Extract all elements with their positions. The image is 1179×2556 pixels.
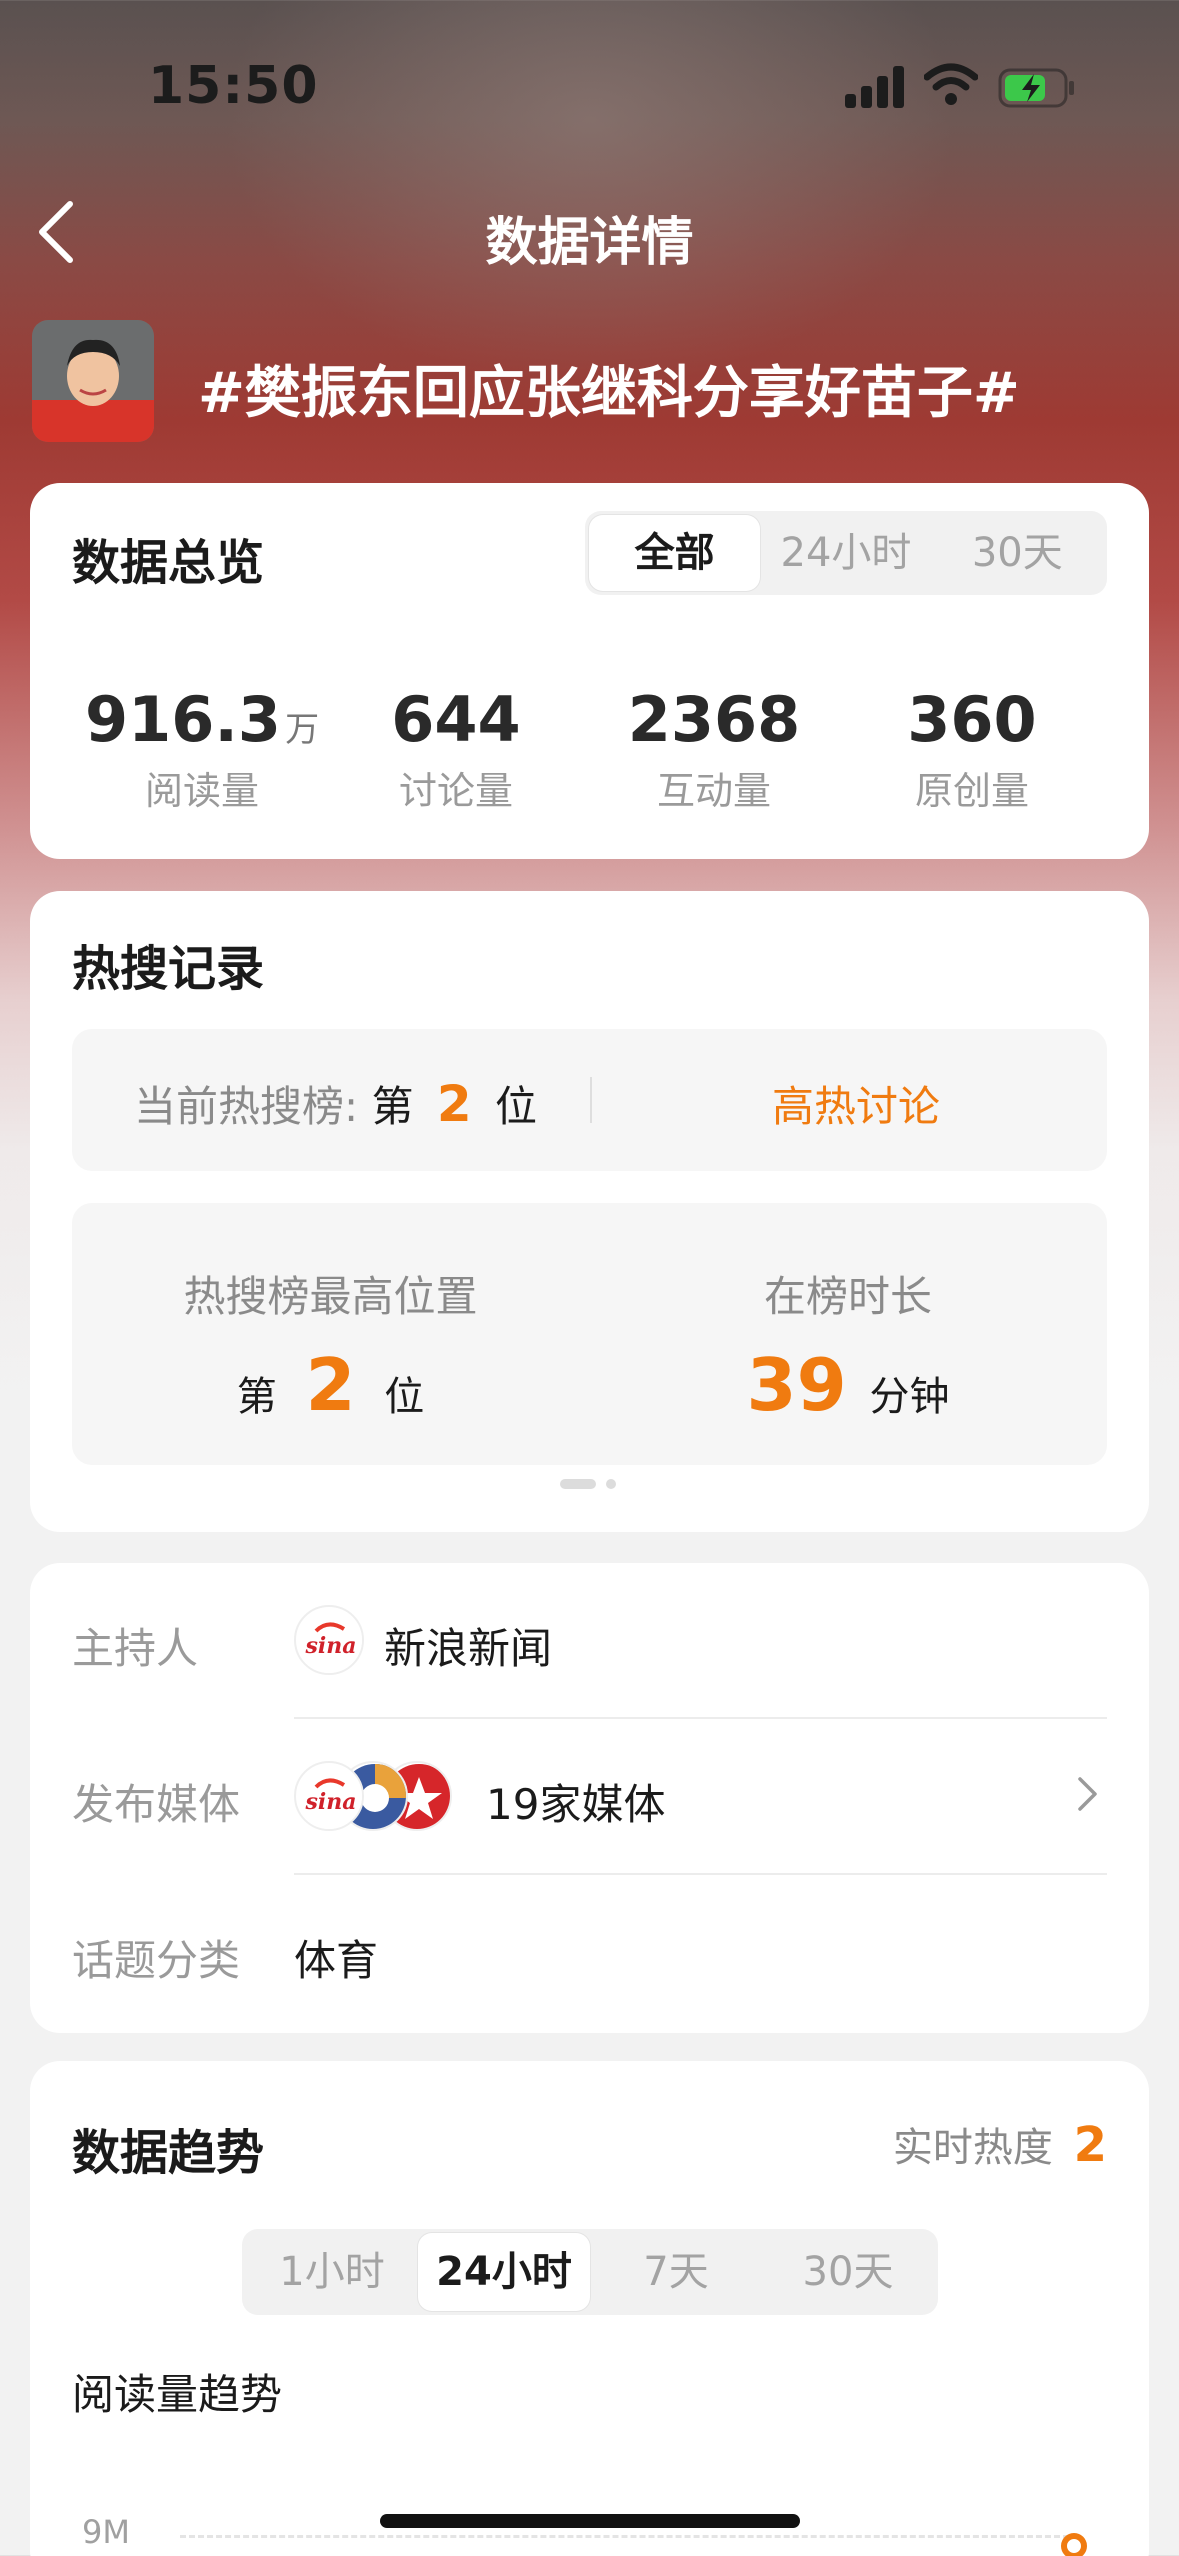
category-value: 体育 — [294, 1936, 379, 1985]
tab-all[interactable]: 全部 — [589, 515, 761, 591]
wifi-icon — [923, 62, 979, 108]
duration-unit: 分钟 — [869, 1374, 950, 1420]
svg-text:sina: sina — [305, 1789, 357, 1815]
gridline — [180, 2535, 1069, 2538]
realtime-heat: 实时热度 2 — [893, 2115, 1107, 2173]
current-rank-value: 2 — [436, 1075, 472, 1133]
rank-summary-box: 热搜榜最高位置 第 2 位 在榜时长 39 分钟 — [72, 1203, 1107, 1465]
host-value[interactable]: 新浪新闻 — [384, 1615, 552, 1676]
media-value: 19家媒体 — [486, 1780, 666, 1829]
host-key: 主持人 — [72, 1624, 199, 1673]
hot-discussion-tag[interactable]: 高热讨论 — [772, 1073, 940, 1134]
trend-heading: 数据趋势 — [72, 2125, 265, 2181]
highest-rank-value: 2 — [305, 1343, 356, 1427]
page-indicator-active — [560, 1479, 596, 1489]
highest-rank-suffix: 位 — [384, 1374, 425, 1420]
y-axis-tick: 9M — [82, 2513, 130, 2551]
highest-rank-prefix: 第 — [236, 1374, 277, 1420]
current-rank-suffix: 位 — [495, 1082, 538, 1131]
topic-title: #樊振东回应张继科分享好苗子# — [198, 361, 1020, 426]
home-indicator — [380, 2514, 800, 2528]
chart-title: 阅读量趋势 — [72, 2370, 283, 2419]
topic-info-card: 主持人 sina 新浪新闻 发布媒体 sina 19家媒体 话题分类 体育 — [30, 1563, 1149, 2033]
tab-1h[interactable]: 1小时 — [246, 2233, 418, 2311]
overview-card: 数据总览 全部 24小时 30天 916.3 万 阅读量 644 讨论量 2368… — [30, 483, 1149, 859]
stat-reads-value: 916.3 — [84, 683, 282, 756]
media-row[interactable]: 发布媒体 sina 19家媒体 — [72, 1719, 1107, 1875]
stat-interactions-value: 2368 — [627, 683, 801, 756]
sina-logo-icon: sina — [294, 1761, 364, 1831]
highest-rank-label: 热搜榜最高位置 — [183, 1272, 478, 1321]
hot-search-card: 热搜记录 当前热搜榜: 第 2 位 高热讨论 热搜榜最高位置 第 2 位 在榜时… — [30, 891, 1149, 1532]
topic-header: #樊振东回应张继科分享好苗子# — [32, 320, 1152, 442]
overview-range-tabs: 全部 24小时 30天 — [585, 511, 1107, 595]
trend-card: 数据趋势 实时热度 2 1小时 24小时 7天 30天 阅读量趋势 9M — [30, 2061, 1149, 2556]
tab-30d[interactable]: 30天 — [762, 2233, 934, 2311]
battery-icon — [998, 68, 1076, 108]
stat-originals-value: 360 — [907, 683, 1037, 756]
hot-search-heading: 热搜记录 — [72, 941, 265, 997]
category-row: 话题分类 体育 — [72, 1875, 1107, 2031]
status-bar: 15:50 — [0, 0, 1179, 170]
stat-interactions: 2368 互动量 — [584, 683, 844, 815]
stat-discussions-value: 644 — [391, 683, 521, 756]
host-row: 主持人 sina 新浪新闻 — [72, 1563, 1107, 1719]
stat-originals-label: 原创量 — [914, 769, 1029, 813]
stat-reads-unit: 万 — [285, 710, 320, 750]
trend-range-tabs: 1小时 24小时 7天 30天 — [242, 2229, 938, 2315]
stat-discussions-label: 讨论量 — [398, 769, 513, 813]
stat-interactions-label: 互动量 — [656, 769, 771, 813]
tab-24h[interactable]: 24小时 — [760, 515, 931, 591]
media-key: 发布媒体 — [72, 1780, 241, 1829]
overview-heading: 数据总览 — [72, 535, 265, 591]
current-rank-prefix: 第 — [371, 1082, 414, 1131]
chart-point — [1061, 2533, 1087, 2556]
divider — [590, 1077, 592, 1123]
sina-logo-icon: sina — [294, 1605, 364, 1675]
tab-7d[interactable]: 7天 — [590, 2233, 762, 2311]
signal-icon — [845, 66, 905, 108]
tab-30d[interactable]: 30天 — [932, 515, 1103, 591]
stat-discussions: 644 讨论量 — [326, 683, 586, 815]
page-indicator-dot — [606, 1479, 616, 1489]
realtime-heat-label: 实时热度 — [892, 2125, 1053, 2171]
tab-24h[interactable]: 24小时 — [418, 2233, 590, 2311]
topic-avatar — [32, 320, 154, 442]
realtime-heat-value: 2 — [1073, 2117, 1107, 2173]
current-rank-label: 当前热搜榜: — [134, 1082, 359, 1131]
status-time: 15:50 — [148, 56, 319, 116]
category-key: 话题分类 — [72, 1936, 241, 1985]
duration-label: 在榜时长 — [763, 1272, 932, 1321]
stat-reads-label: 阅读量 — [144, 769, 259, 813]
stat-reads: 916.3 万 阅读量 — [72, 683, 332, 815]
svg-text:sina: sina — [305, 1633, 357, 1659]
chevron-right-icon — [1075, 1771, 1101, 1821]
nav-bar: 数据详情 — [0, 180, 1179, 280]
duration-value: 39 — [746, 1343, 847, 1427]
current-rank-box: 当前热搜榜: 第 2 位 高热讨论 — [72, 1029, 1107, 1171]
page-title: 数据详情 — [485, 213, 694, 273]
stat-originals: 360 原创量 — [842, 683, 1102, 815]
